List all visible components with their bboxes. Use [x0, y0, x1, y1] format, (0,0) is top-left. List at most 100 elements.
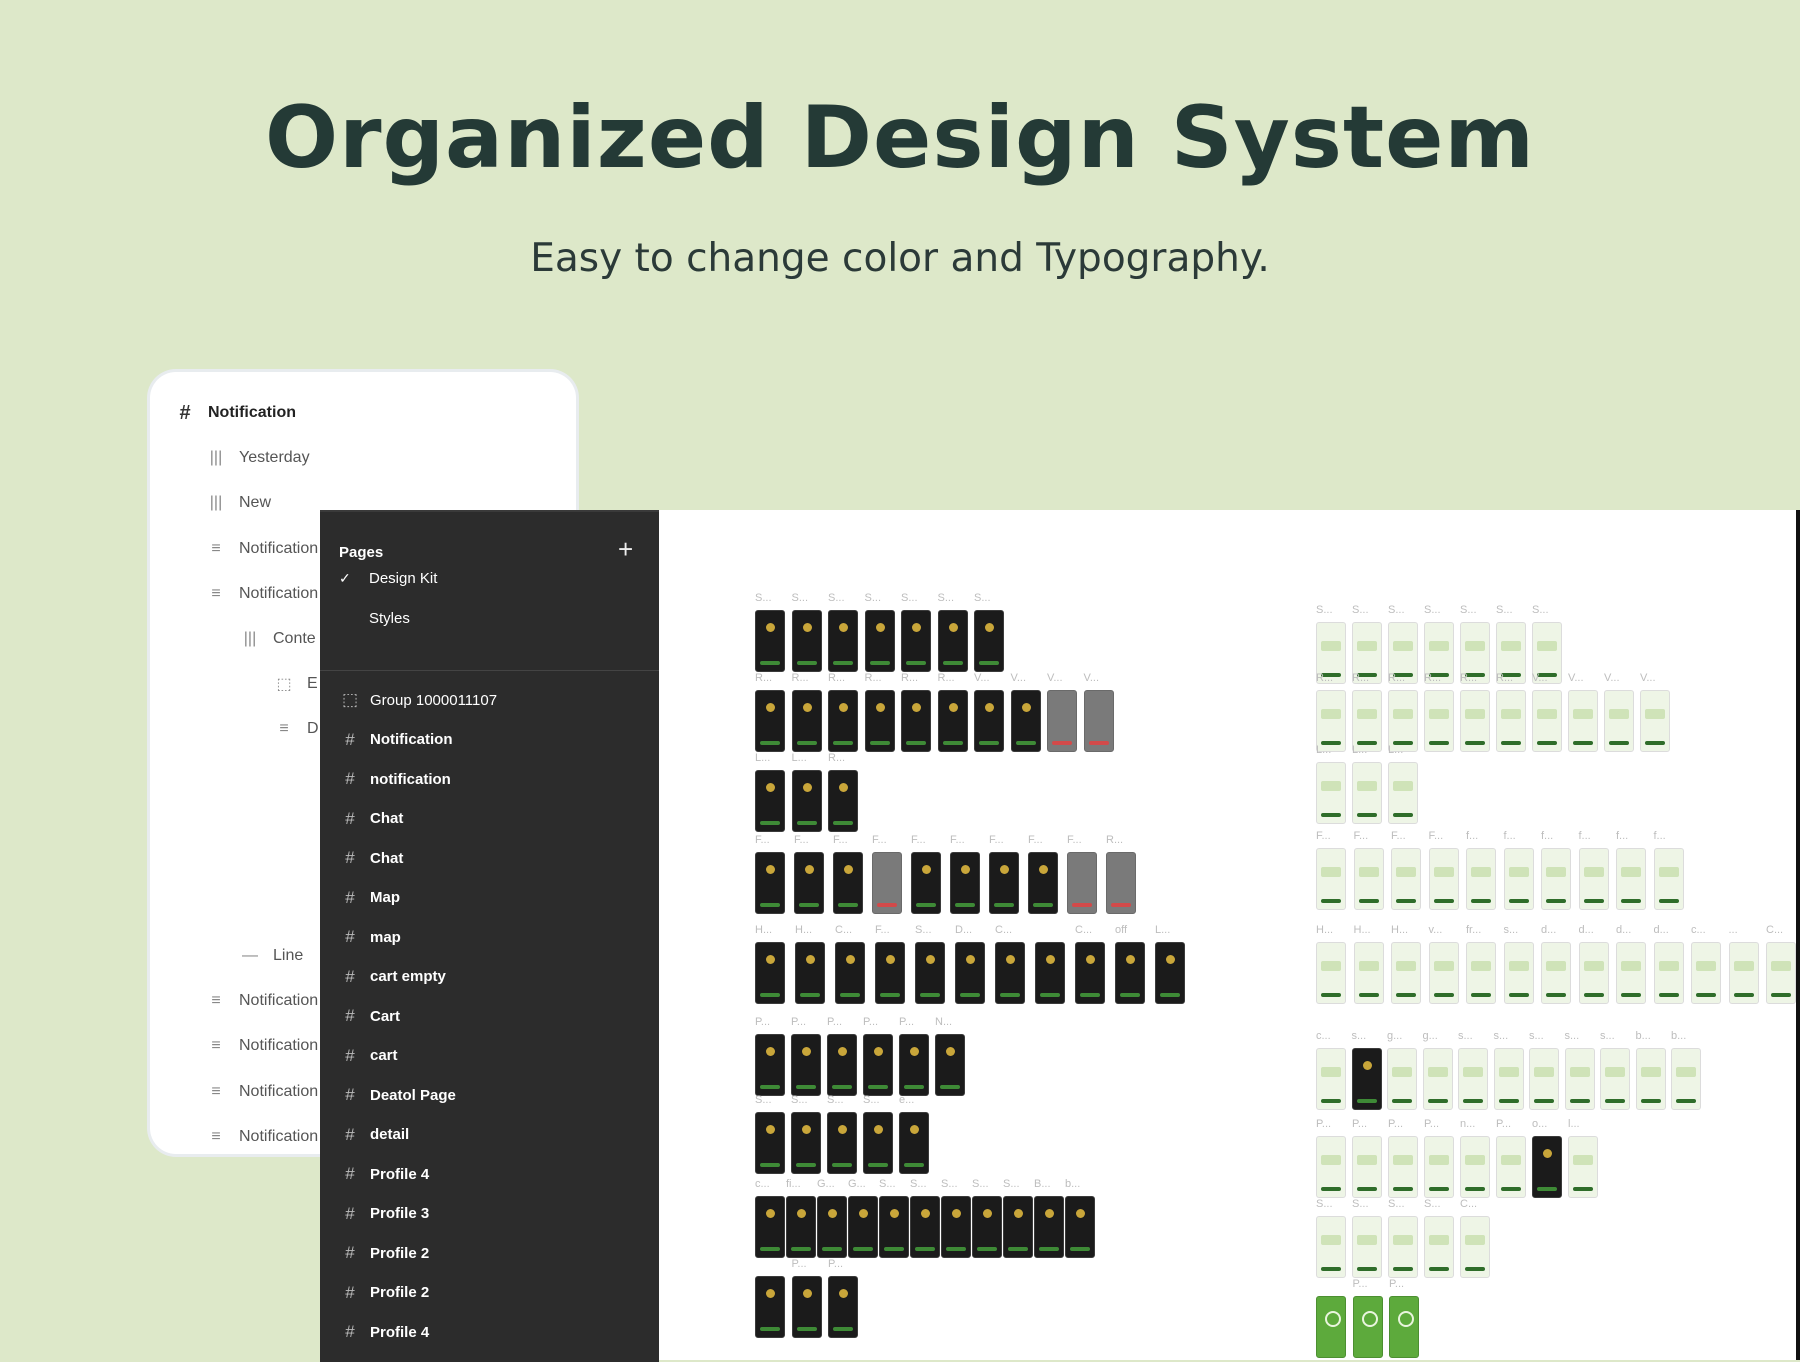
screen-frame-thumbnail[interactable]	[786, 1196, 816, 1258]
screen-frame-thumbnail[interactable]	[1067, 852, 1097, 914]
layer-row[interactable]: ≡ Notification	[205, 1125, 318, 1149]
page-layer-row[interactable]: #Notification	[342, 728, 453, 752]
screen-frame-thumbnail[interactable]	[899, 1112, 929, 1174]
page-layer-row[interactable]: #Chat	[342, 807, 403, 831]
screen-frame-thumbnail[interactable]	[792, 690, 822, 752]
screen-frame-thumbnail[interactable]	[1424, 1136, 1454, 1198]
screen-frame-thumbnail[interactable]	[835, 942, 865, 1004]
screen-frame-thumbnail[interactable]	[1429, 848, 1459, 910]
page-layer-row[interactable]: #map	[342, 925, 401, 949]
screen-frame-thumbnail[interactable]	[1388, 1136, 1418, 1198]
screen-frame-thumbnail[interactable]	[1568, 690, 1598, 752]
screen-frame-thumbnail[interactable]	[872, 852, 902, 914]
page-layer-row[interactable]: #Chat	[342, 846, 403, 870]
screen-frame-thumbnail[interactable]	[1391, 848, 1421, 910]
screen-frame-thumbnail[interactable]	[1065, 1196, 1095, 1258]
screen-frame-thumbnail[interactable]	[792, 770, 822, 832]
screen-frame-thumbnail[interactable]	[1600, 1048, 1630, 1110]
page-layer-row[interactable]: #Profile 2	[342, 1281, 429, 1305]
screen-frame-thumbnail[interactable]	[1011, 690, 1041, 752]
screen-frame-thumbnail[interactable]	[1353, 1296, 1383, 1358]
screen-frame-thumbnail[interactable]	[1316, 942, 1346, 1004]
screen-frame-thumbnail[interactable]	[1084, 690, 1114, 752]
screen-frame-thumbnail[interactable]	[1636, 1048, 1666, 1110]
screen-frame-thumbnail[interactable]	[1423, 1048, 1453, 1110]
screen-frame-thumbnail[interactable]	[1316, 762, 1346, 824]
screen-frame-thumbnail[interactable]	[1496, 690, 1526, 752]
screen-frame-thumbnail[interactable]	[989, 852, 1019, 914]
screen-frame-thumbnail[interactable]	[910, 1196, 940, 1258]
screen-frame-thumbnail[interactable]	[938, 690, 968, 752]
screen-frame-thumbnail[interactable]	[755, 1276, 785, 1338]
screen-frame-thumbnail[interactable]	[792, 1276, 822, 1338]
screen-frame-thumbnail[interactable]	[1458, 1048, 1488, 1110]
screen-frame-thumbnail[interactable]	[1316, 1296, 1346, 1358]
screen-frame-thumbnail[interactable]	[972, 1196, 1002, 1258]
screen-frame-thumbnail[interactable]	[1729, 942, 1759, 1004]
screen-frame-thumbnail[interactable]	[1352, 1136, 1382, 1198]
screen-frame-thumbnail[interactable]	[1316, 1136, 1346, 1198]
page-layer-row[interactable]: #Profile 2	[342, 1241, 429, 1265]
screen-frame-thumbnail[interactable]	[1541, 942, 1571, 1004]
screen-frame-thumbnail[interactable]	[995, 942, 1025, 1004]
screen-frame-thumbnail[interactable]	[1106, 852, 1136, 914]
screen-frame-thumbnail[interactable]	[1565, 1048, 1595, 1110]
screen-frame-thumbnail[interactable]	[1316, 1216, 1346, 1278]
screen-frame-thumbnail[interactable]	[833, 852, 863, 914]
page-item-design-kit[interactable]: Design Kit	[369, 568, 437, 590]
page-layer-row[interactable]: #Profile 3	[342, 1202, 429, 1226]
screen-frame-thumbnail[interactable]	[1424, 1216, 1454, 1278]
layer-row[interactable]: ≡ D	[273, 717, 319, 741]
screen-frame-thumbnail[interactable]	[1388, 762, 1418, 824]
screen-frame-thumbnail[interactable]	[899, 1034, 929, 1096]
screen-frame-thumbnail[interactable]	[911, 852, 941, 914]
screen-frame-thumbnail[interactable]	[974, 690, 1004, 752]
layer-row[interactable]: ⬚ E	[273, 672, 318, 696]
screen-frame-thumbnail[interactable]	[1316, 690, 1346, 752]
screen-frame-thumbnail[interactable]	[1316, 1048, 1346, 1110]
screen-frame-thumbnail[interactable]	[1155, 942, 1185, 1004]
screen-frame-thumbnail[interactable]	[1354, 942, 1384, 1004]
page-layer-row[interactable]: #cart empty	[342, 965, 446, 989]
screen-frame-thumbnail[interactable]	[755, 1112, 785, 1174]
screen-frame-thumbnail[interactable]	[1429, 942, 1459, 1004]
screen-frame-thumbnail[interactable]	[1047, 690, 1077, 752]
screen-frame-thumbnail[interactable]	[1034, 1196, 1064, 1258]
screen-frame-thumbnail[interactable]	[950, 852, 980, 914]
screen-frame-thumbnail[interactable]	[1616, 848, 1646, 910]
page-layer-row[interactable]: #notification	[342, 767, 451, 791]
screen-frame-thumbnail[interactable]	[828, 770, 858, 832]
page-item-styles[interactable]: Styles	[369, 608, 410, 630]
layer-row[interactable]: ≡ Notification	[205, 582, 318, 606]
screen-frame-thumbnail[interactable]	[1389, 1296, 1419, 1358]
screen-frame-thumbnail[interactable]	[863, 1034, 893, 1096]
screen-frame-thumbnail[interactable]	[828, 690, 858, 752]
screen-frame-thumbnail[interactable]	[1075, 942, 1105, 1004]
screen-frame-thumbnail[interactable]	[791, 1034, 821, 1096]
screen-frame-thumbnail[interactable]	[1466, 848, 1496, 910]
screen-frame-thumbnail[interactable]	[1388, 1216, 1418, 1278]
screen-frame-thumbnail[interactable]	[1460, 1136, 1490, 1198]
screen-frame-thumbnail[interactable]	[791, 1112, 821, 1174]
page-layer-row[interactable]: #Profile 4	[342, 1162, 429, 1186]
screen-frame-thumbnail[interactable]	[1494, 1048, 1524, 1110]
screen-frame-thumbnail[interactable]	[915, 942, 945, 1004]
screen-frame-thumbnail[interactable]	[828, 610, 858, 672]
screen-frame-thumbnail[interactable]	[955, 942, 985, 1004]
screen-frame-thumbnail[interactable]	[1604, 690, 1634, 752]
screen-frame-thumbnail[interactable]	[1529, 1048, 1559, 1110]
screen-frame-thumbnail[interactable]	[827, 1112, 857, 1174]
screen-frame-thumbnail[interactable]	[1568, 1136, 1598, 1198]
screen-frame-thumbnail[interactable]	[1496, 1136, 1526, 1198]
screen-frame-thumbnail[interactable]	[1035, 942, 1065, 1004]
screen-frame-thumbnail[interactable]	[1352, 1216, 1382, 1278]
page-layer-row[interactable]: #cart	[342, 1044, 398, 1068]
layer-row[interactable]: ||| Yesterday	[205, 446, 310, 470]
page-layer-row[interactable]: ⬚Group 1000011107	[342, 688, 497, 712]
screen-frame-thumbnail[interactable]	[1352, 762, 1382, 824]
screen-frame-thumbnail[interactable]	[1504, 942, 1534, 1004]
screen-frame-thumbnail[interactable]	[795, 942, 825, 1004]
screen-frame-thumbnail[interactable]	[901, 610, 931, 672]
page-layer-row[interactable]: #Deatol Page	[342, 1083, 456, 1107]
screen-frame-thumbnail[interactable]	[974, 610, 1004, 672]
